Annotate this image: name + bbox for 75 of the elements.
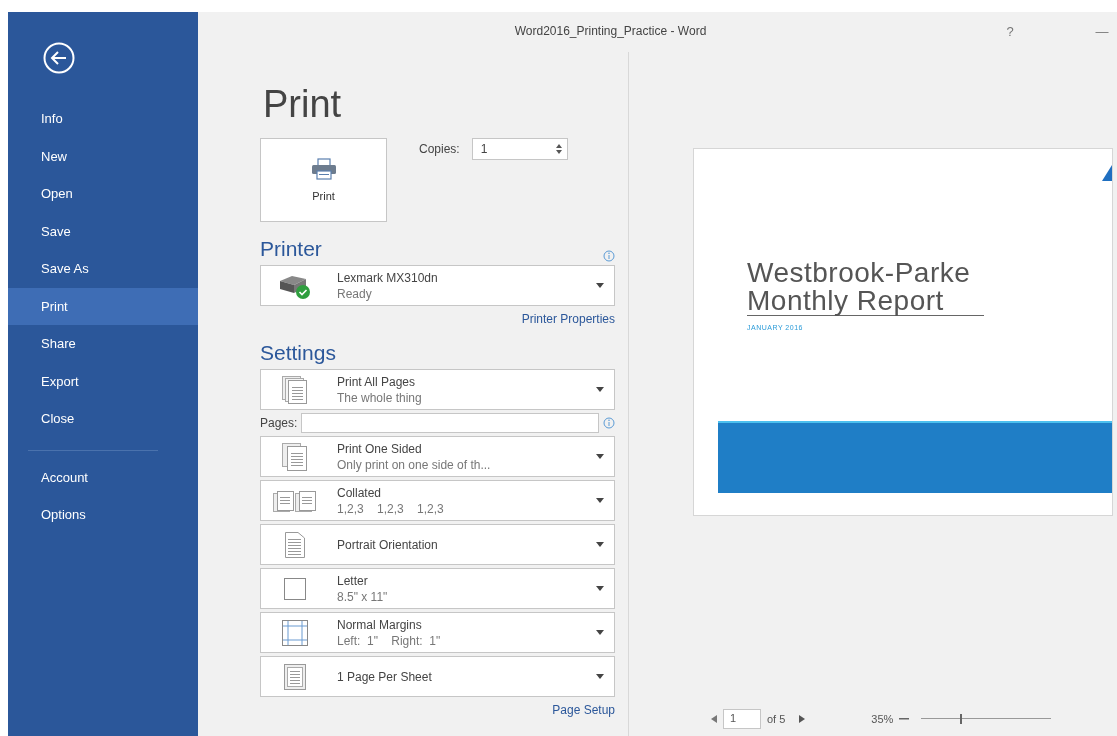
settings-dropdown[interactable]: Portrait Orientation (260, 524, 615, 565)
section-heading: Settings (260, 340, 336, 366)
sidebar-item[interactable]: Save As (8, 250, 198, 288)
option-title: Collated (337, 485, 383, 500)
spinner-arrows-icon (554, 143, 563, 155)
copies-spinner[interactable]: 1 (471, 138, 568, 160)
dropdown-caret-icon (596, 454, 604, 459)
option-subtitle: The whole thing (337, 390, 423, 405)
sidebar-item[interactable]: Print (8, 287, 198, 325)
section-heading: Printer (260, 236, 322, 262)
slider-thumb[interactable] (960, 714, 963, 724)
dropdown-caret-icon (596, 498, 604, 503)
pages-label: Pages: (260, 416, 298, 430)
sidebar-item[interactable]: Export (8, 362, 198, 400)
option-subtitle: Only print on one side of th... (337, 457, 492, 472)
sidebar-item[interactable]: Save (8, 212, 198, 250)
window-title: Word2016_Printing_Practice - Word (513, 24, 708, 38)
page-setup-link[interactable]: Page Setup (552, 703, 615, 717)
collated-pages-icon (273, 489, 317, 512)
info-icon (603, 250, 615, 262)
dropdown-caret-icon (596, 283, 604, 288)
single-page-icon (284, 663, 306, 690)
page-number-field[interactable]: 1 (723, 709, 761, 729)
previous-page-icon[interactable] (711, 715, 717, 723)
settings-dropdown[interactable]: Collated 1,2,3 1,2,3 1,2,3 (260, 480, 615, 521)
document-title: Monthly Report (747, 287, 984, 316)
settings-dropdown[interactable]: Letter 8.5" x 11" (260, 568, 615, 609)
dropdown-caret-icon (596, 674, 604, 679)
option-title: Print All Pages (337, 374, 417, 389)
option-title: Print One Sided (337, 441, 423, 456)
sidebar-item[interactable]: Share (8, 325, 198, 363)
page-count: of 5 (767, 713, 786, 725)
dropdown-caret-icon (596, 387, 604, 392)
printer-name: Lexmark MX310dn (337, 270, 439, 285)
option-subtitle: 1,2,3 1,2,3 1,2,3 (337, 501, 445, 516)
triangle-icon (1102, 165, 1112, 181)
dropdown-caret-icon (596, 586, 604, 591)
dropdown-caret-icon (596, 630, 604, 635)
portrait-page-icon (285, 531, 305, 558)
settings-dropdown[interactable]: 1 Page Per Sheet (260, 656, 615, 697)
printer-icon (310, 158, 337, 180)
sidebar-item[interactable]: Account (8, 458, 198, 496)
zoom-percent: 35% (871, 713, 894, 725)
next-page-icon[interactable] (799, 715, 806, 723)
document-title: Westbrook-Parke (747, 259, 972, 287)
page-margins-icon (282, 619, 308, 646)
sidebar-item[interactable]: Close (8, 400, 198, 438)
sidebar-item[interactable]: New (8, 137, 198, 175)
one-sided-page-icon (282, 442, 308, 471)
option-title: Letter (337, 573, 369, 588)
dropdown-caret-icon (596, 542, 604, 547)
pages-field[interactable] (301, 413, 599, 433)
option-title: Normal Margins (337, 617, 423, 632)
printer-properties-link[interactable]: Printer Properties (521, 312, 615, 326)
window-control[interactable]: — (1087, 23, 1117, 39)
settings-dropdown[interactable]: Print All Pages The whole thing (260, 369, 615, 410)
print-button[interactable]: Print (260, 138, 387, 222)
zoom-slider[interactable] (921, 714, 1052, 724)
blank-page-icon (284, 577, 306, 600)
sidebar-item[interactable]: Options (8, 496, 198, 534)
option-title: Portrait Orientation (337, 537, 439, 552)
info-icon (603, 417, 615, 429)
window-control[interactable]: ? (995, 23, 1025, 39)
copies-label: Copies: (419, 142, 460, 156)
option-title: 1 Page Per Sheet (337, 669, 433, 684)
stacked-pages-icon (282, 375, 308, 404)
printer-status: Ready (337, 286, 373, 301)
settings-dropdown[interactable]: Normal Margins Left: 1" Right: 1" (260, 612, 615, 653)
printer-dropdown[interactable]: Lexmark MX310dn Ready (260, 265, 615, 306)
page-heading: Print (263, 84, 343, 124)
sidebar-item[interactable]: Open (8, 175, 198, 213)
settings-dropdown[interactable]: Print One Sided Only print on one side of th... (260, 436, 615, 477)
option-subtitle: 8.5" x 11" (337, 589, 389, 604)
sidebar-item[interactable]: Info (8, 100, 198, 138)
option-subtitle: Left: 1" Right: 1" (337, 633, 442, 648)
